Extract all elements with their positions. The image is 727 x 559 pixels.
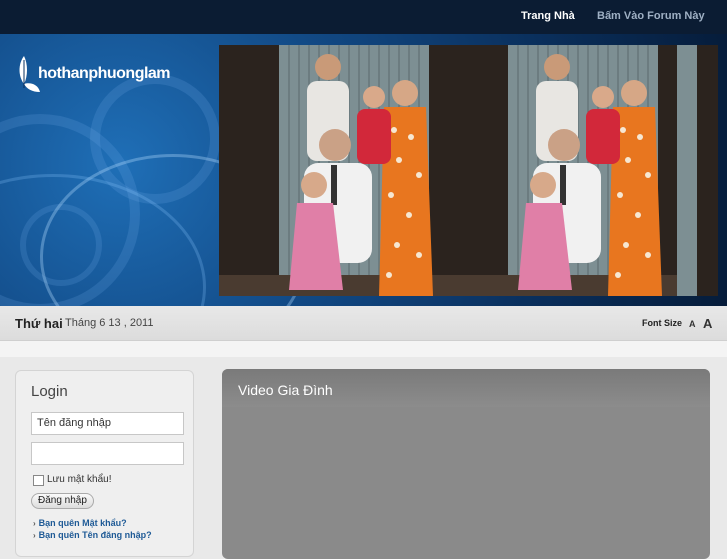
date-bar: Thứ hai Tháng 6 13 , 2011 Font Size A A [0, 306, 727, 341]
login-button[interactable]: Đăng nhập [31, 493, 94, 509]
username-field[interactable]: Tên đăng nhập [31, 412, 184, 435]
family-photo [677, 45, 718, 296]
login-panel: Login Tên đăng nhập Lưu mật khẩu! Đăng n… [15, 370, 194, 557]
date-label: Tháng 6 13 , 2011 [65, 317, 154, 329]
leaf-icon [19, 56, 40, 92]
password-field[interactable] [31, 442, 184, 465]
forgot-username-link[interactable]: › Bạn quên Tên đăng nhập? [33, 530, 152, 540]
remember-label: Lưu mật khẩu! [47, 474, 112, 485]
remember-checkbox[interactable] [33, 475, 44, 486]
nav-home-link[interactable]: Trang Nhà [521, 10, 575, 22]
logo-text: hothanphuonglam [38, 65, 171, 82]
bullet-icon: › [33, 531, 36, 540]
font-increase-button[interactable]: A [703, 316, 712, 331]
video-header: Video Gia Đình [222, 369, 710, 407]
family-photo [219, 45, 448, 296]
top-navigation: Trang Nhà Bấm Vào Forum Này [0, 0, 727, 34]
nav-forum-link[interactable]: Bấm Vào Forum Này [597, 10, 705, 22]
forgot-username-text: Bạn quên Tên đăng nhập? [38, 530, 152, 540]
site-logo[interactable]: hothanphuonglam [18, 54, 171, 94]
video-title: Video Gia Đình [238, 382, 333, 398]
family-photo [448, 45, 677, 296]
forgot-password-text: Bạn quên Mật khẩu? [38, 518, 127, 528]
font-size-label: Font Size [642, 318, 682, 328]
forgot-password-link[interactable]: › Bạn quên Mật khẩu? [33, 518, 127, 528]
divider-strip [0, 341, 727, 357]
bullet-icon: › [33, 519, 36, 528]
video-panel: Video Gia Đình [222, 369, 710, 559]
header-banner: hothanphuonglam [0, 34, 727, 306]
weekday-label: Thứ hai [15, 316, 63, 331]
font-decrease-button[interactable]: A [689, 319, 696, 329]
login-title: Login [31, 383, 68, 400]
